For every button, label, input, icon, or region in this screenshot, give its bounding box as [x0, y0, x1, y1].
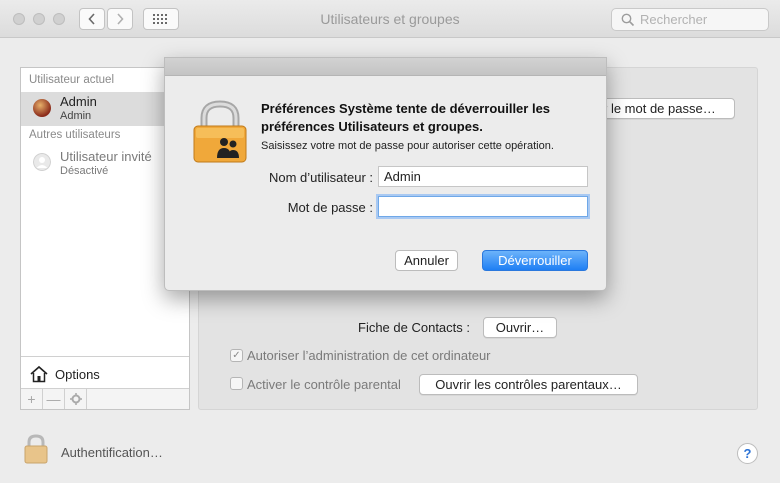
help-button[interactable]: ?: [737, 443, 758, 464]
user-name: Utilisateur invité: [60, 149, 152, 164]
password-field[interactable]: [378, 196, 588, 217]
allow-admin-checkbox[interactable]: ✓: [230, 349, 243, 362]
other-users-section-label: Autres utilisateurs: [29, 129, 121, 141]
action-menu-button[interactable]: [65, 389, 87, 409]
cancel-button[interactable]: Annuler: [395, 250, 458, 271]
guest-avatar-icon: [33, 153, 51, 171]
login-options-button[interactable]: Options: [29, 365, 100, 383]
divider: [21, 356, 189, 357]
username-label: Nom d’utilisateur :: [268, 170, 373, 185]
dialog-description: Saisissez votre mot de passe pour autori…: [261, 140, 554, 152]
user-status: Désactivé: [60, 165, 109, 177]
password-label: Mot de passe :: [287, 200, 373, 215]
remove-label: —: [46, 391, 61, 407]
user-role: Admin: [60, 110, 92, 122]
search-input[interactable]: Rechercher: [611, 8, 769, 31]
parental-controls-checkbox[interactable]: [230, 377, 243, 390]
title-bar: Utilisateurs et groupes Rechercher: [0, 0, 780, 38]
username-field[interactable]: Admin: [378, 166, 588, 187]
authentication-label: Authentification…: [61, 445, 163, 460]
lock-users-icon: [193, 100, 247, 163]
open-parental-controls-button[interactable]: Ouvrir les contrôles parentaux…: [419, 374, 638, 395]
lock-button[interactable]: [24, 434, 48, 467]
gear-icon: [69, 393, 82, 405]
user-list-toolbar: + —: [21, 388, 189, 409]
lock-icon: [24, 434, 48, 464]
allow-admin-label: Autoriser l’administration de cet ordina…: [247, 348, 491, 363]
add-user-button[interactable]: +: [21, 389, 43, 409]
user-name: Admin: [60, 94, 97, 109]
options-label: Options: [55, 366, 100, 382]
avatar: [33, 99, 51, 117]
add-label: +: [27, 391, 36, 407]
remove-user-button[interactable]: —: [43, 389, 65, 409]
open-contacts-button[interactable]: Ouvrir…: [483, 317, 557, 338]
sheet-header: [165, 58, 606, 76]
unlock-dialog: Préférences Système tente de déverrouill…: [164, 57, 607, 291]
unlock-button[interactable]: Déverrouiller: [482, 250, 588, 271]
search-placeholder: Rechercher: [640, 12, 708, 27]
current-user-section-label: Utilisateur actuel: [29, 74, 115, 86]
dialog-title: Préférences Système tente de déverrouill…: [261, 101, 551, 134]
search-icon: [621, 13, 635, 27]
parental-controls-label: Activer le contrôle parental: [247, 377, 401, 392]
contacts-card-label: Fiche de Contacts :: [358, 320, 470, 335]
house-icon: [30, 365, 48, 383]
